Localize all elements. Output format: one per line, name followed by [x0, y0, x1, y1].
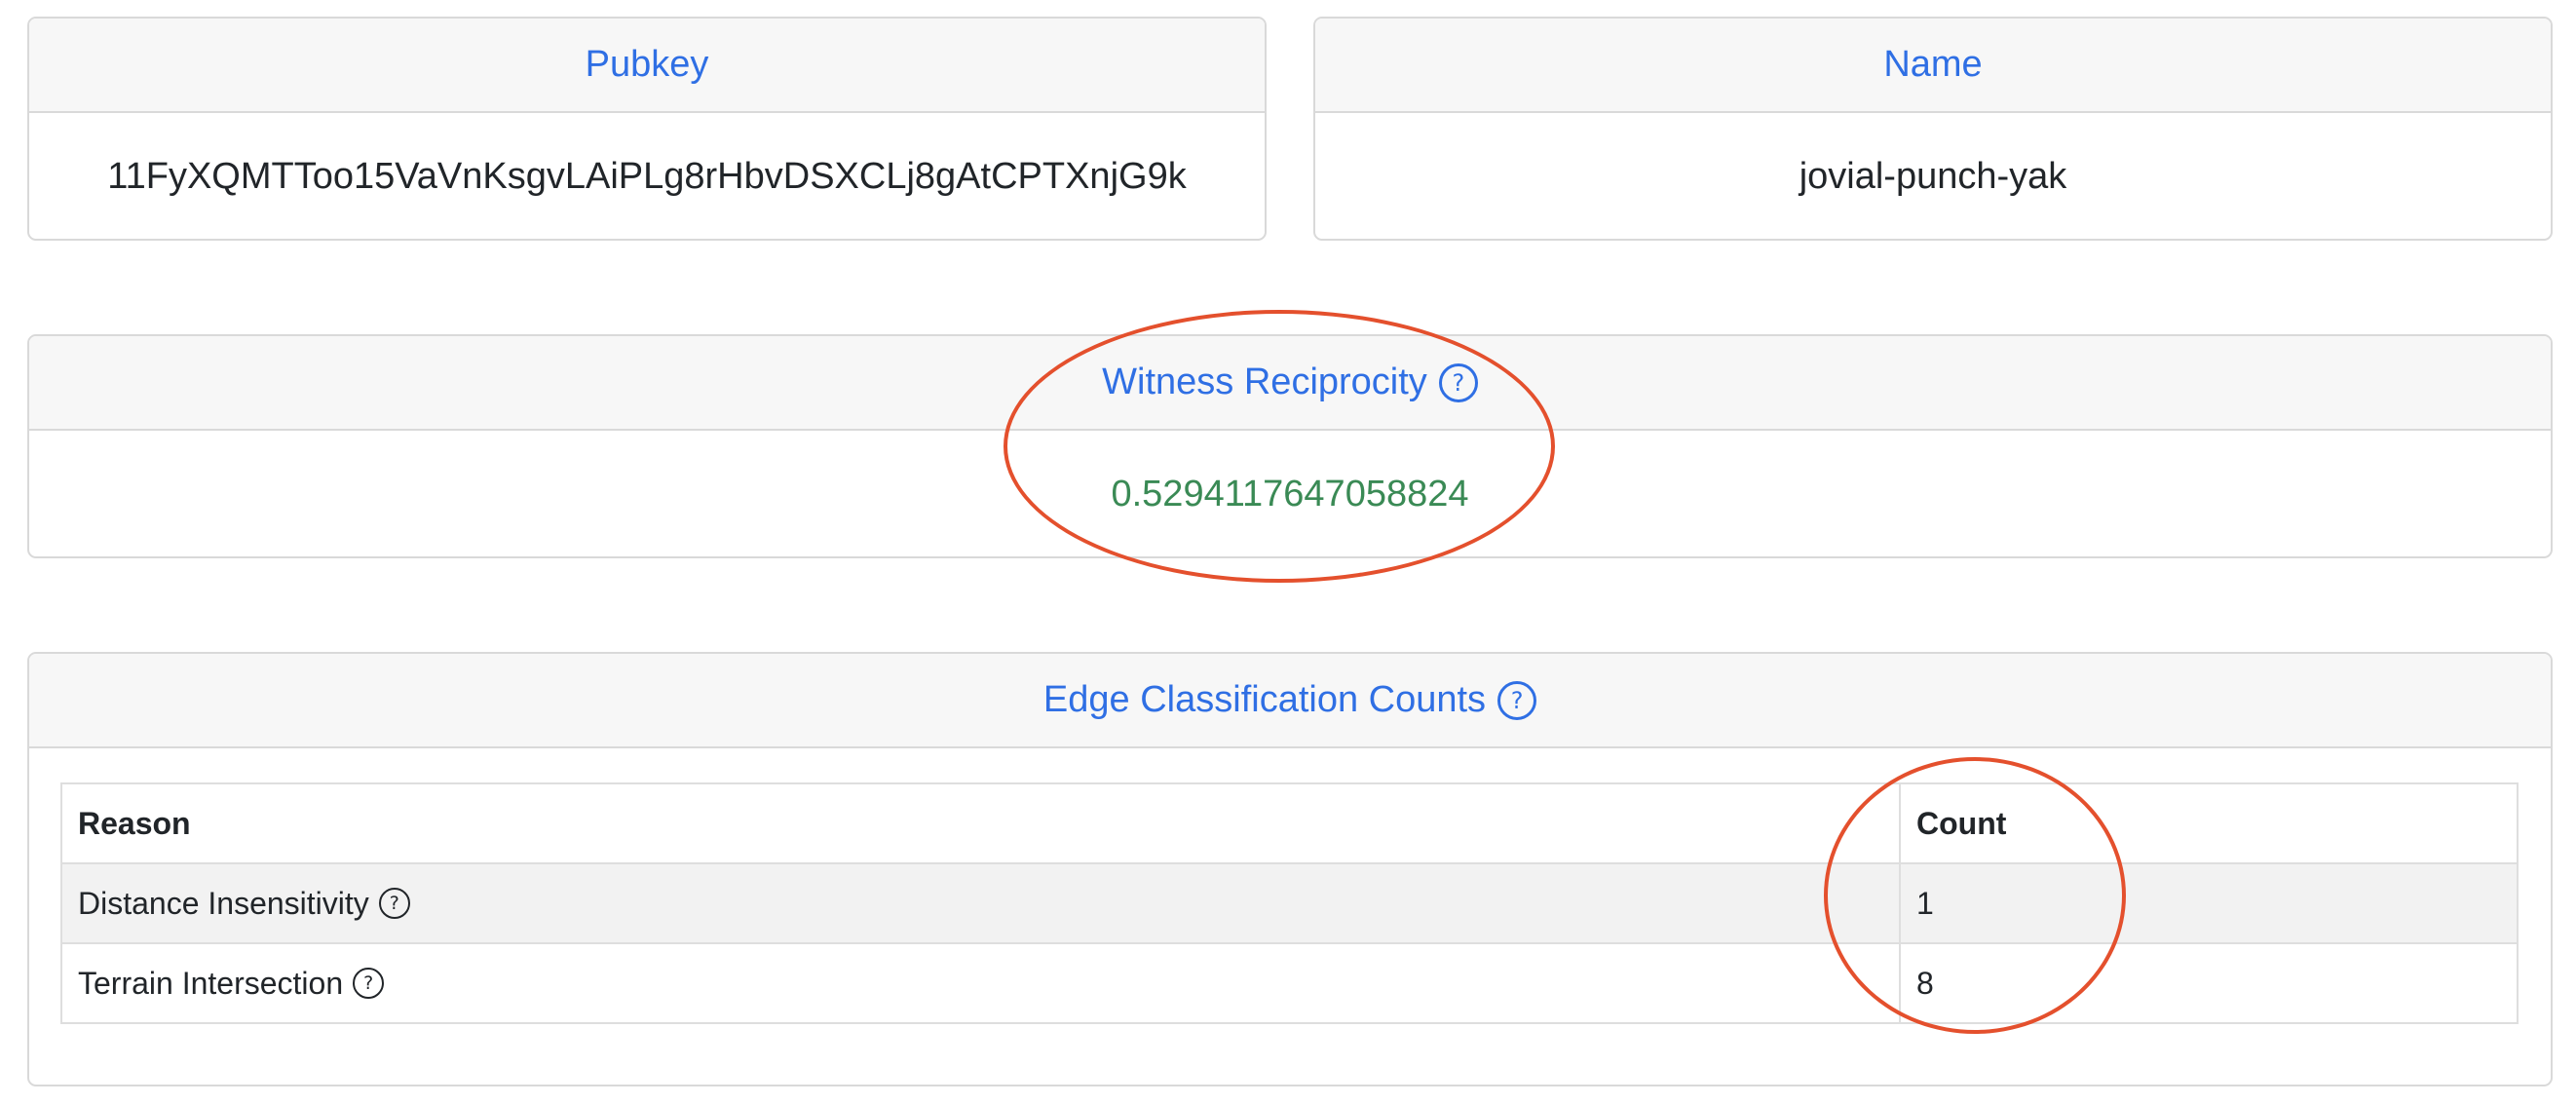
pubkey-body: 11FyXQMTToo15VaVnKsgvLAiPLg8rHbvDSXCLj8g…: [29, 115, 1265, 239]
count-cell: 1: [1899, 862, 2519, 944]
count-cell: 8: [1899, 942, 2519, 1024]
witness-reciprocity-header: Witness Reciprocity ?: [29, 336, 2551, 431]
reason-cell: Terrain Intersection ?: [60, 942, 1901, 1024]
edge-classification-header: Edge Classification Counts ?: [29, 654, 2551, 748]
pubkey-header: Pubkey: [29, 19, 1265, 113]
column-header-reason: Reason: [60, 782, 1901, 864]
edge-classification-table: Reason Count Distance Insensitivity ? 1 …: [60, 782, 2519, 1024]
table-row: Terrain Intersection ? 8: [60, 942, 2519, 1024]
name-header-label: Name: [1883, 44, 1983, 85]
table-header-row: Reason Count: [60, 782, 2519, 864]
edge-classification-card: Edge Classification Counts ? Reason Coun…: [27, 652, 2553, 1086]
column-header-count: Count: [1899, 782, 2519, 864]
name-value: jovial-punch-yak: [1799, 156, 2067, 197]
witness-reciprocity-value: 0.5294117647058824: [1111, 474, 1469, 514]
name-header: Name: [1315, 19, 2551, 113]
table-row: Distance Insensitivity ? 1: [60, 862, 2519, 944]
name-body: jovial-punch-yak: [1315, 115, 2551, 239]
help-icon[interactable]: ?: [1497, 680, 1537, 720]
witness-reciprocity-title: Witness Reciprocity: [1102, 362, 1427, 402]
reason-label: Terrain Intersection: [78, 965, 344, 1001]
help-icon[interactable]: ?: [353, 968, 385, 999]
witness-reciprocity-body: 0.5294117647058824: [29, 433, 2551, 556]
name-card: Name jovial-punch-yak: [1313, 17, 2553, 241]
help-icon[interactable]: ?: [378, 888, 410, 919]
reason-cell: Distance Insensitivity ?: [60, 862, 1901, 944]
pubkey-card: Pubkey 11FyXQMTToo15VaVnKsgvLAiPLg8rHbvD…: [27, 17, 1267, 241]
pubkey-value: 11FyXQMTToo15VaVnKsgvLAiPLg8rHbvDSXCLj8g…: [107, 156, 1187, 197]
witness-reciprocity-card: Witness Reciprocity ? 0.5294117647058824: [27, 334, 2553, 558]
reason-label: Distance Insensitivity: [78, 885, 369, 921]
edge-classification-title: Edge Classification Counts: [1042, 679, 1487, 720]
help-icon[interactable]: ?: [1438, 362, 1478, 402]
pubkey-header-label: Pubkey: [585, 44, 709, 85]
